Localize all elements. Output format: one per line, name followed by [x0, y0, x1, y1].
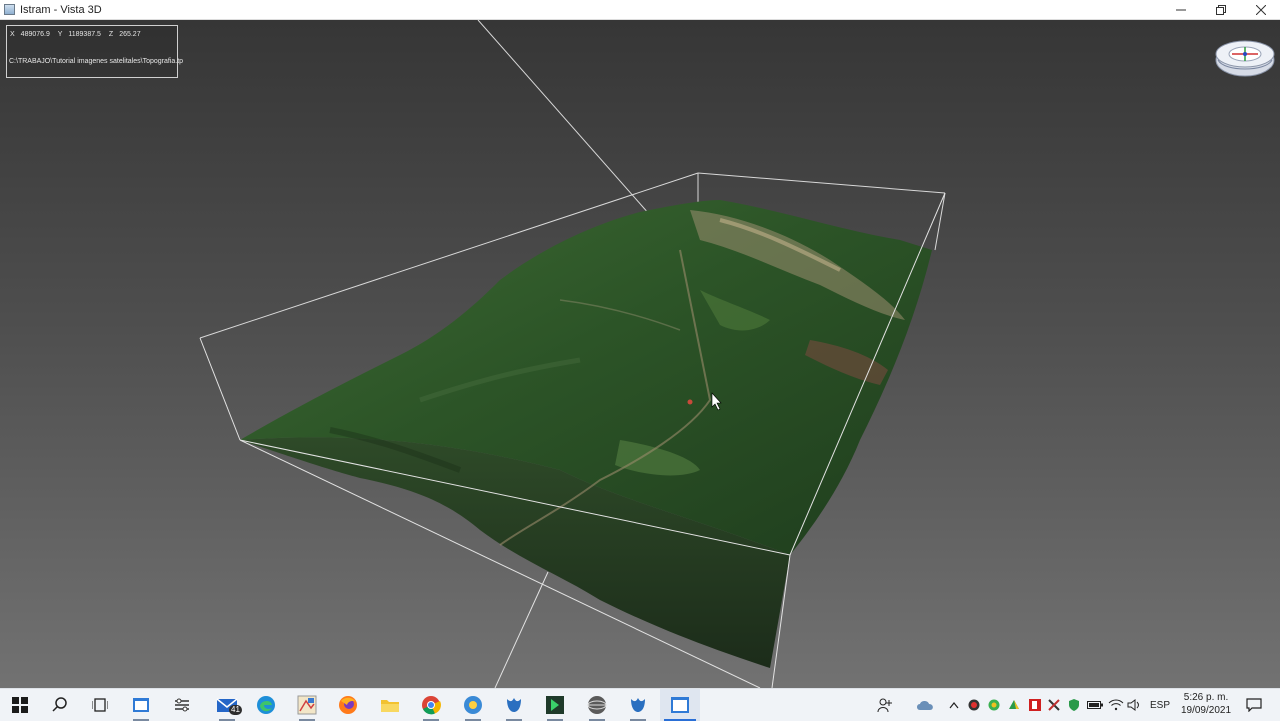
taskbar-firefox[interactable]: [328, 689, 368, 721]
app-window-icon: [133, 698, 149, 712]
app-icon: [4, 4, 15, 15]
taskbar-app-d[interactable]: [453, 689, 493, 721]
navigation-cube[interactable]: [1214, 38, 1276, 78]
edge-browser-icon: [257, 696, 275, 714]
task-view-icon: [92, 698, 108, 712]
tools-icon: [1048, 699, 1060, 711]
mail-badge: 41: [229, 705, 242, 715]
tray-app-1[interactable]: [986, 689, 1002, 721]
tulip-app-icon: [507, 698, 521, 712]
tray-security[interactable]: [1066, 689, 1082, 721]
z-value: 265.27: [119, 31, 141, 38]
drive-icon: [1009, 700, 1019, 709]
taskbar-app-g[interactable]: [577, 689, 617, 721]
tray-app-4[interactable]: [1046, 689, 1062, 721]
minimize-button[interactable]: [1161, 0, 1201, 19]
onedrive-button[interactable]: [914, 689, 936, 721]
sun-app-icon: [464, 696, 482, 714]
language-indicator[interactable]: ESP: [1149, 689, 1171, 721]
windows-start-icon: [12, 697, 28, 713]
folder-icon: [381, 700, 399, 712]
volume-icon: [1127, 699, 1139, 711]
tray-overflow-button[interactable]: [946, 689, 962, 721]
globe-app-icon: [587, 696, 607, 714]
tray-volume[interactable]: [1126, 689, 1144, 721]
3d-viewport[interactable]: X 489076.9 Y 1189387.5 Z 265.27 C:\TRABAJO\…: [0, 20, 1280, 688]
cloud-icon: [917, 701, 933, 710]
windows-taskbar: 41 ESP 5:26 p. m. 19/09/2021: [0, 688, 1280, 721]
tray-record[interactable]: [966, 689, 982, 721]
navigation-cube-icon: [1215, 40, 1275, 77]
y-value: 1189387.5: [68, 31, 101, 38]
coordinates-panel: X 489076.9 Y 1189387.5 Z 265.27 C:\TRABAJO\…: [6, 25, 183, 78]
minimize-icon: [1176, 9, 1186, 10]
color-app-icon: [988, 699, 1000, 711]
taskbar-clock[interactable]: 5:26 p. m. 19/09/2021: [1175, 691, 1237, 719]
coordinates-readout: X 489076.9 Y 1189387.5 Z 265.27: [10, 31, 147, 38]
people-icon: [877, 698, 892, 713]
search-icon: [52, 697, 67, 712]
restore-icon: [1216, 4, 1226, 15]
record-icon: [968, 699, 980, 711]
window-titlebar: Istram - Vista 3D: [0, 0, 1280, 20]
close-button[interactable]: [1241, 0, 1280, 19]
file-path: C:\TRABAJO\Tutorial imagenes satelitales…: [9, 58, 184, 65]
window-title: Istram - Vista 3D: [20, 3, 102, 16]
chrome-icon: [422, 696, 441, 715]
task-view-button[interactable]: [80, 689, 120, 721]
taskbar-app-h[interactable]: [618, 689, 658, 721]
settings-tool-icon: [175, 698, 189, 712]
green-arrow-app-icon: [546, 696, 564, 714]
drawing-app-icon: [297, 695, 317, 715]
tulip-app-icon: [631, 698, 645, 712]
tray-app-2[interactable]: [1006, 689, 1022, 721]
action-center-button[interactable]: [1243, 689, 1265, 721]
close-icon: [1256, 4, 1266, 15]
istram-window-icon: [671, 697, 689, 713]
search-button[interactable]: [40, 689, 80, 721]
tray-battery[interactable]: [1086, 689, 1104, 721]
z-label: Z: [108, 31, 114, 38]
x-value: 489076.9: [20, 31, 50, 38]
people-button[interactable]: [874, 689, 896, 721]
restore-button[interactable]: [1201, 0, 1241, 19]
taskbar-edge[interactable]: [246, 689, 286, 721]
start-button[interactable]: [0, 689, 40, 721]
taskbar-chrome[interactable]: [411, 689, 451, 721]
firefox-icon: [339, 696, 357, 714]
notification-icon: [1246, 698, 1262, 712]
x-label: X: [10, 31, 15, 38]
y-label: Y: [57, 31, 63, 38]
chevron-up-icon: [949, 702, 959, 709]
taskbar-app-e[interactable]: [494, 689, 534, 721]
wifi-icon: [1108, 699, 1124, 711]
3d-scene[interactable]: [0, 20, 1280, 688]
taskbar-mail[interactable]: 41: [207, 689, 247, 721]
taskbar-explorer[interactable]: [370, 689, 410, 721]
tray-app-3[interactable]: [1027, 689, 1043, 721]
red-b-icon: [1029, 699, 1041, 711]
taskbar-app-f[interactable]: [535, 689, 575, 721]
clock-time: 5:26 p. m.: [1183, 692, 1229, 703]
taskbar-app-b[interactable]: [162, 689, 202, 721]
taskbar-istram[interactable]: [660, 689, 700, 721]
shield-icon: [1069, 699, 1079, 711]
tray-wifi[interactable]: [1107, 689, 1125, 721]
taskbar-app-c[interactable]: [287, 689, 327, 721]
battery-icon: [1087, 701, 1103, 709]
clock-date: 19/09/2021: [1180, 705, 1232, 716]
taskbar-app-a[interactable]: [121, 689, 161, 721]
